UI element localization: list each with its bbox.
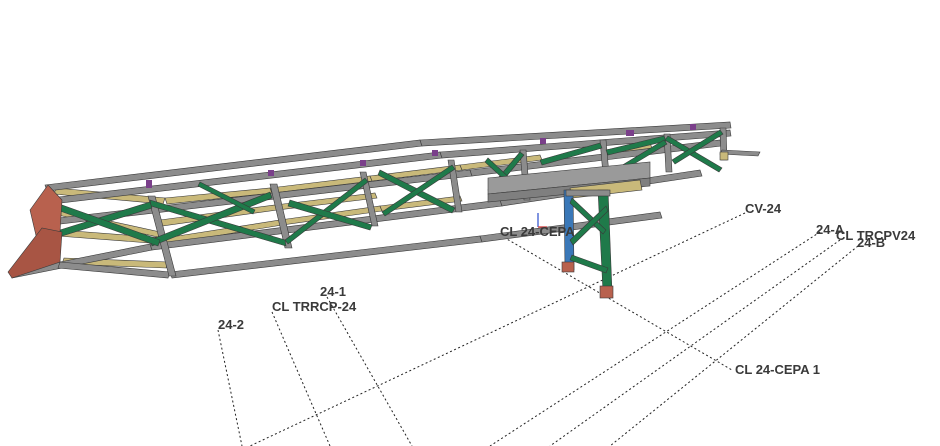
gridline-24-b [609, 245, 859, 446]
gridline-24-1 [326, 296, 413, 446]
gridline-24-2 [217, 329, 243, 446]
conveyor-model-viewport[interactable] [0, 0, 940, 446]
end-plates [7, 184, 63, 279]
gridline-24-a [489, 231, 821, 446]
support-bent [561, 189, 614, 299]
label-cl-24-cepa: CL 24-CEPA [500, 224, 575, 239]
label-24-b: 24-B [857, 235, 886, 250]
gridline-cv-24 [249, 212, 746, 446]
gridline-cl-24-cepa [499, 234, 733, 371]
gridlines [217, 212, 859, 446]
gridline-trcpv24 [549, 239, 841, 446]
label-24-2: 24-2 [218, 317, 245, 332]
label-24-1: 24-1 [320, 284, 347, 299]
gridline-cl-trrcp-24 [271, 311, 331, 446]
label-cl-24-cepa-1: CL 24-CEPA 1 [735, 362, 821, 377]
label-cl-trrcp-24: CL TRRCP-24 [272, 299, 357, 314]
label-cv-24: CV-24 [745, 201, 782, 216]
tail-end [719, 149, 761, 161]
